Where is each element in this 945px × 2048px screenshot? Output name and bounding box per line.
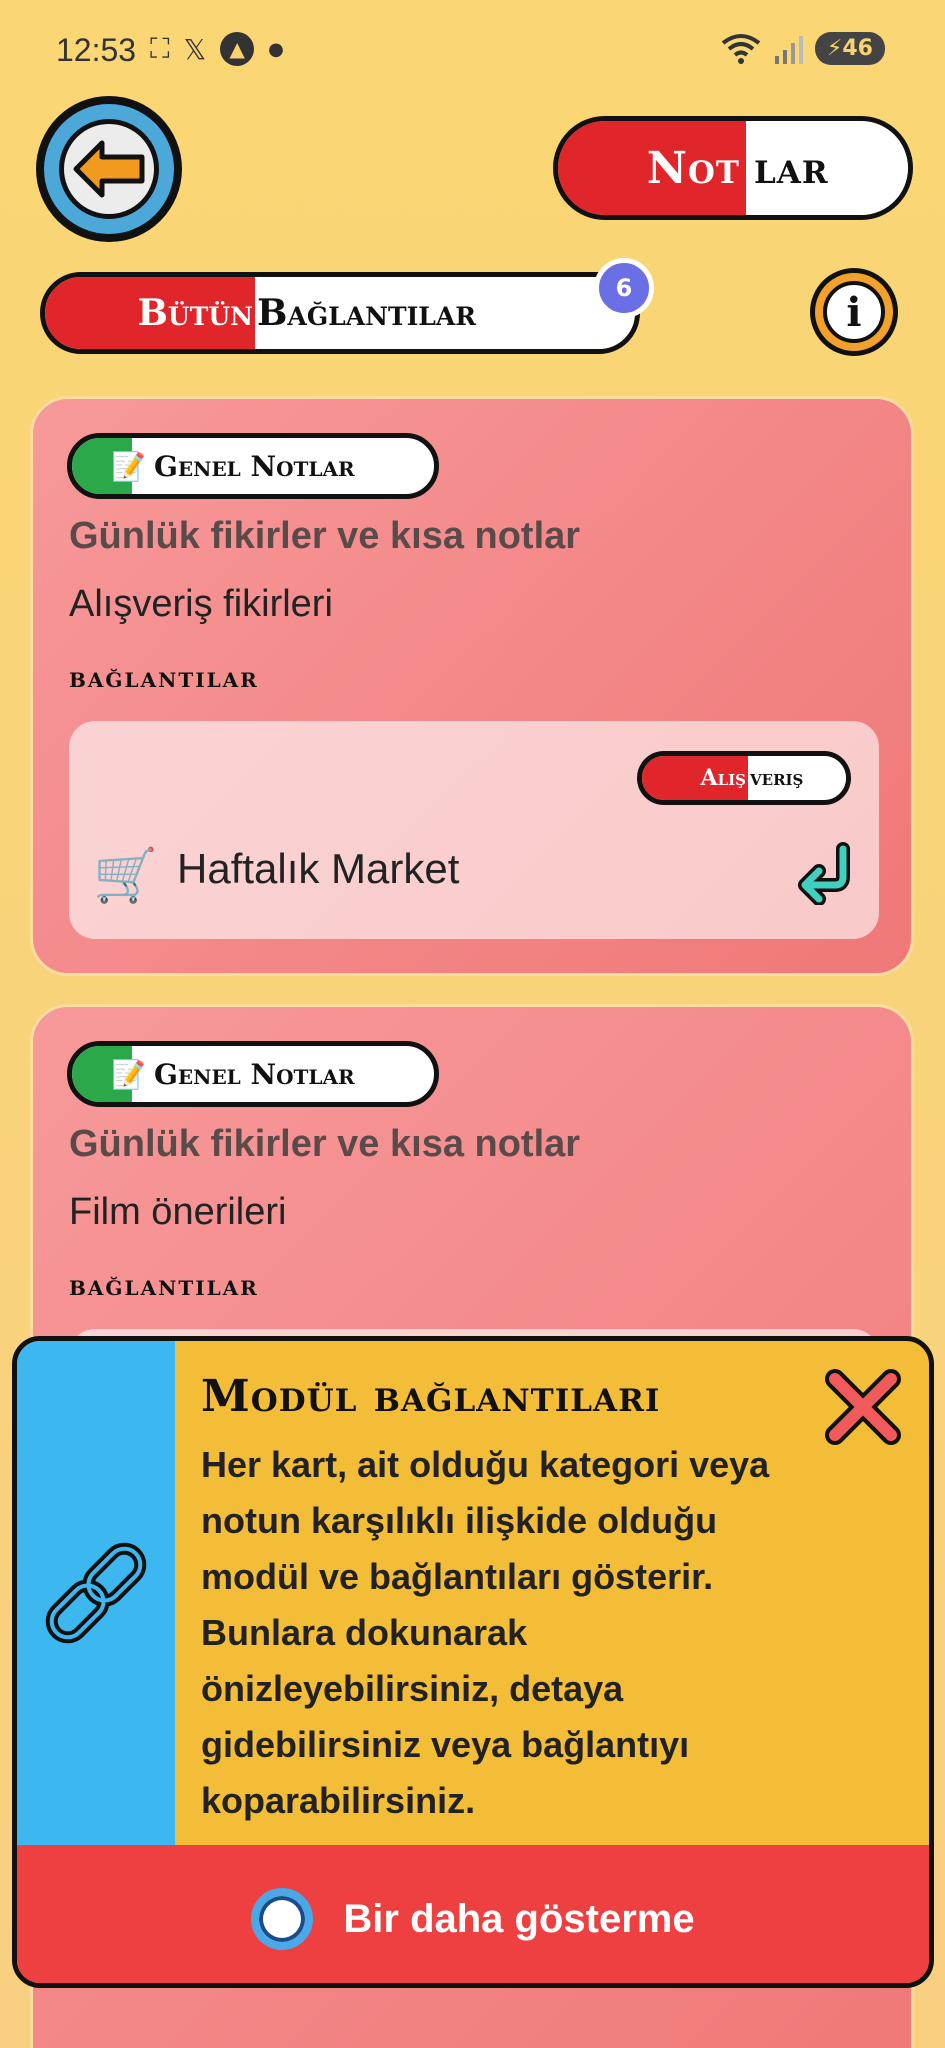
connections-section-label: bağlantılar xyxy=(69,661,259,694)
cart-icon: 🛒 xyxy=(93,846,158,906)
connections-section-label: bağlantılar xyxy=(69,1269,259,1302)
info-button[interactable]: i xyxy=(810,268,898,356)
status-bar: 12:53 ⛶ 𝕏 ▲ ● ⚡46 xyxy=(0,0,945,100)
return-icon[interactable] xyxy=(793,841,857,905)
category-tag-label: Genel Notlar xyxy=(154,449,355,483)
category-tag[interactable]: 📝 Genel Notlar xyxy=(67,433,439,499)
filter-right-label: Bağlantılar xyxy=(257,292,477,334)
category-tag[interactable]: 📝 Genel Notlar xyxy=(67,1041,439,1107)
module-connections-info-panel: Modül bağlantıları Her kart, ait olduğu … xyxy=(12,1336,934,1988)
back-button[interactable] xyxy=(36,96,182,242)
dont-show-again-label: Bir daha gösterme xyxy=(343,1896,695,1941)
info-icon: i xyxy=(823,281,885,343)
info-panel-title: Modül bağlantıları xyxy=(201,1371,661,1422)
note-title: Alışveriş fikirleri xyxy=(69,583,333,625)
status-system-icons: ⚡46 xyxy=(721,32,885,65)
dont-show-again-button[interactable]: Bir daha gösterme xyxy=(17,1845,929,1983)
page-title-left: Not xyxy=(646,142,740,194)
module-tag-right: veriş xyxy=(750,765,804,791)
category-description: Günlük fikirler ve kısa notlar xyxy=(69,515,581,557)
x-app-icon: 𝕏 xyxy=(183,32,207,66)
battery-indicator: ⚡46 xyxy=(814,32,885,65)
close-icon[interactable] xyxy=(825,1369,901,1445)
app-notification-icon: ▲ xyxy=(220,32,255,66)
info-panel-icon-area xyxy=(17,1341,175,1845)
connections-count-badge: 6 xyxy=(594,258,654,318)
status-notification-icons: ⛶ 𝕏 ▲ ● xyxy=(150,32,284,66)
chain-link-icon xyxy=(45,1542,147,1644)
module-tag-left: Alış xyxy=(700,765,746,791)
filter-left-label: Bütün xyxy=(137,292,254,334)
connections-filter-button[interactable]: Bütün Bağlantılar xyxy=(40,272,640,354)
info-panel-body: Her kart, ait olduğu kategori veya notun… xyxy=(201,1444,770,1821)
screenshot-icon: ⛶ xyxy=(150,32,170,65)
dot-icon: ● xyxy=(268,38,284,60)
category-tag-label: Genel Notlar xyxy=(154,1057,355,1091)
connection-card[interactable]: 📝 Genel Notlar Günlük fikirler ve kısa n… xyxy=(30,396,914,976)
signal-icon xyxy=(774,35,803,64)
wifi-icon xyxy=(721,33,761,64)
page-title-right: lar xyxy=(754,142,829,194)
back-arrow-icon xyxy=(73,140,145,198)
status-time: 12:53 xyxy=(56,32,137,68)
page-title: Not lar xyxy=(553,116,913,220)
dont-show-again-radio[interactable] xyxy=(251,1888,314,1950)
linked-item-title: Haftalık Market xyxy=(177,845,460,892)
category-description: Günlük fikirler ve kısa notlar xyxy=(69,1123,581,1165)
note-title: Film önerileri xyxy=(69,1191,287,1233)
module-tag: Alış veriş xyxy=(637,751,851,805)
linked-item[interactable]: Alış veriş 🛒 Haftalık Market xyxy=(69,721,879,939)
